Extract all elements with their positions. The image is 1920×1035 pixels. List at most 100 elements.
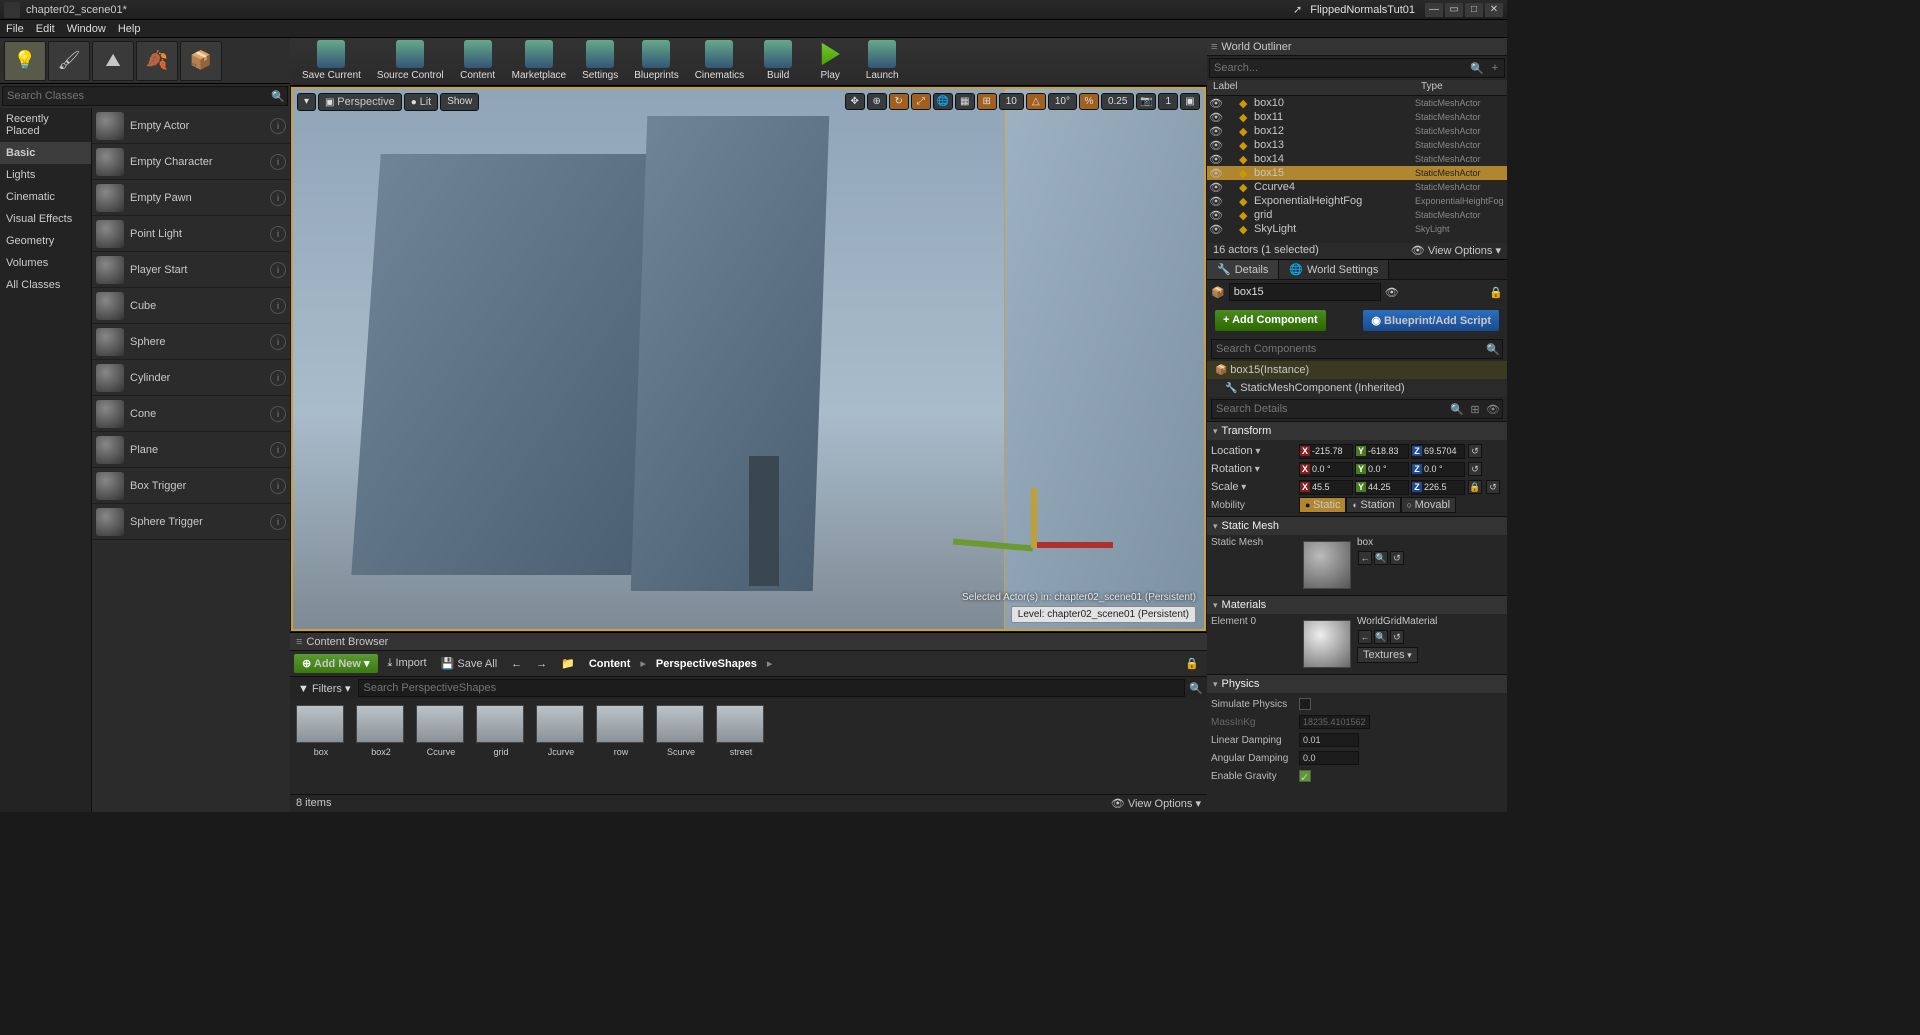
content-browser-header[interactable]: ≡ Content Browser (290, 633, 1207, 651)
use-selected-button[interactable]: ← (1358, 630, 1372, 644)
place-actor-item[interactable]: Spherei (92, 324, 290, 360)
info-icon[interactable]: i (270, 298, 286, 314)
breadcrumb-folder[interactable]: PerspectiveShapes (652, 658, 761, 670)
place-category-item[interactable]: All Classes (0, 274, 91, 296)
visibility-toggle[interactable]: 👁 (1209, 223, 1223, 236)
visibility-toggle[interactable]: 👁 (1209, 125, 1223, 138)
toolbar-play-button[interactable]: Play (804, 38, 856, 83)
transform-translate-button[interactable]: ⊕ (867, 93, 887, 110)
visibility-toggle[interactable]: 👁 (1209, 195, 1223, 208)
outliner-row[interactable]: 👁◆box13StaticMeshActor (1207, 138, 1507, 152)
surface-snap-button[interactable]: ▦ (955, 93, 975, 110)
scale-z-input[interactable] (1422, 482, 1464, 492)
lock-button[interactable]: 🔒 (1181, 655, 1203, 672)
asset-item[interactable]: Ccurve (416, 705, 466, 788)
viewport-options-button[interactable]: ▾ (297, 93, 316, 111)
mobility-movable-button[interactable]: ○ Movabl (1401, 497, 1456, 513)
mode-paint-button[interactable]: 🖌 (48, 41, 90, 81)
asset-item[interactable]: row (596, 705, 646, 788)
menu-window[interactable]: Window (67, 23, 106, 35)
history-back-button[interactable]: ← (507, 656, 526, 672)
blueprint-edit-button[interactable]: ◉ Blueprint/Add Script (1363, 310, 1499, 331)
visibility-toggle[interactable]: 👁 (1209, 153, 1223, 166)
outliner-row[interactable]: 👁◆ExponentialHeightFogExponentialHeightF… (1207, 194, 1507, 208)
visibility-toggle[interactable]: 👁 (1209, 97, 1223, 110)
info-icon[interactable]: i (270, 154, 286, 170)
menu-file[interactable]: File (6, 23, 24, 35)
info-icon[interactable]: i (270, 406, 286, 422)
rotation-x-input[interactable] (1310, 464, 1352, 474)
search-details-input[interactable] (1212, 403, 1448, 415)
info-icon[interactable]: i (270, 514, 286, 530)
scale-x-input[interactable] (1310, 482, 1352, 492)
info-icon[interactable]: i (270, 442, 286, 458)
place-actor-item[interactable]: Planei (92, 432, 290, 468)
place-actor-item[interactable]: Empty Characteri (92, 144, 290, 180)
angle-snap-value[interactable]: 10° (1048, 93, 1077, 110)
toolbar-build-button[interactable]: Build (752, 38, 804, 83)
mode-geometry-button[interactable]: 📦 (180, 41, 222, 81)
place-category-item[interactable]: Visual Effects (0, 208, 91, 230)
visibility-toggle[interactable]: 👁 (1209, 111, 1223, 124)
window-minimize-button[interactable]: — (1425, 3, 1443, 17)
save-all-button[interactable]: 💾 Save All (437, 655, 502, 672)
toolbar-launch-button[interactable]: Launch (856, 38, 908, 83)
reset-scale-button[interactable]: ↺ (1486, 480, 1500, 494)
gizmo-x-axis[interactable] (1033, 542, 1113, 548)
place-category-item[interactable]: Lights (0, 164, 91, 186)
transform-gizmo[interactable] (993, 478, 1113, 548)
info-icon[interactable]: i (270, 370, 286, 386)
outliner-row[interactable]: 👁◆box11StaticMeshActor (1207, 110, 1507, 124)
viewport-show-button[interactable]: Show (440, 93, 479, 111)
place-actor-item[interactable]: Conei (92, 396, 290, 432)
visibility-toggle[interactable]: 👁 (1209, 167, 1223, 180)
visibility-toggle[interactable]: 👁 (1209, 209, 1223, 222)
info-icon[interactable]: i (270, 190, 286, 206)
section-physics[interactable]: Physics (1207, 675, 1507, 693)
scale-lock-button[interactable]: 🔒 (1468, 480, 1482, 494)
transform-scale-button[interactable]: ⤢ (911, 93, 931, 110)
window-close-button[interactable]: ✕ (1485, 3, 1503, 17)
gizmo-z-axis[interactable] (1031, 488, 1037, 548)
viewport-maximize-button[interactable]: ▣ (1180, 93, 1200, 110)
enable-gravity-checkbox[interactable]: ✓ (1299, 770, 1311, 782)
place-actor-item[interactable]: Cylinderi (92, 360, 290, 396)
asset-item[interactable]: box2 (356, 705, 406, 788)
mobility-stationary-button[interactable]: ◐ Station (1346, 497, 1400, 513)
outliner-row[interactable]: 👁◆Ccurve4StaticMeshActor (1207, 180, 1507, 194)
info-icon[interactable]: i (270, 478, 286, 494)
camera-speed-icon[interactable]: 📷 (1136, 93, 1156, 110)
location-y-input[interactable] (1366, 446, 1408, 456)
menu-edit[interactable]: Edit (36, 23, 55, 35)
section-materials[interactable]: Materials (1207, 596, 1507, 614)
tab-world-settings[interactable]: 🌐World Settings (1279, 260, 1389, 279)
add-new-button[interactable]: ⊕ Add New ▾ (294, 654, 378, 673)
location-z-input[interactable] (1422, 446, 1464, 456)
view-options-button[interactable]: 👁 View Options ▾ (1111, 797, 1201, 810)
material-value[interactable]: WorldGridMaterial (1357, 616, 1437, 627)
property-matrix-button[interactable]: ⊞ (1466, 403, 1484, 416)
static-mesh-value[interactable]: box (1357, 537, 1405, 548)
search-classes-input[interactable] (3, 90, 269, 102)
mode-place-button[interactable]: 💡 (4, 41, 46, 81)
reset-location-button[interactable]: ↺ (1468, 444, 1482, 458)
info-icon[interactable]: i (270, 262, 286, 278)
mode-foliage-button[interactable]: 🍂 (136, 41, 178, 81)
scale-snap-toggle[interactable]: % (1079, 93, 1099, 110)
use-selected-button[interactable]: ← (1358, 551, 1372, 565)
gizmo-y-axis[interactable] (953, 539, 1033, 552)
outliner-row[interactable]: 👁◆box10StaticMeshActor (1207, 96, 1507, 110)
toolbar-marketplace-button[interactable]: Marketplace (504, 38, 574, 83)
camera-speed-value[interactable]: 1 (1158, 93, 1178, 110)
section-transform[interactable]: Transform (1207, 422, 1507, 440)
outliner-row[interactable]: 👁◆box15StaticMeshActor (1207, 166, 1507, 180)
reset-rotation-button[interactable]: ↺ (1468, 462, 1482, 476)
add-folder-button[interactable]: + (1486, 62, 1504, 74)
component-child[interactable]: 🔧 StaticMeshComponent (Inherited) (1207, 379, 1507, 397)
place-actor-item[interactable]: Empty Pawni (92, 180, 290, 216)
mass-value[interactable]: 18235.4101562 (1299, 715, 1370, 729)
outliner-view-options[interactable]: 👁 View Options ▾ (1411, 244, 1501, 258)
place-actor-item[interactable]: Empty Actori (92, 108, 290, 144)
browse-asset-button[interactable]: 🔍 (1374, 630, 1388, 644)
breadcrumb-content[interactable]: Content (585, 658, 635, 670)
